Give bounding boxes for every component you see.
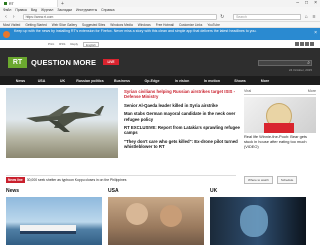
bookmark-item[interactable]: YouTube [207, 23, 220, 27]
headline-list: Syrian civilians helping Russian airstri… [124, 89, 242, 153]
watch-buttons: Where to watch Schedule [244, 176, 298, 184]
tab-favicon-icon [4, 2, 7, 5]
window-controls: – □ × [296, 0, 317, 7]
menu-item-history[interactable]: Журнал [41, 8, 53, 12]
menu-item-tools[interactable]: Инструменты [76, 8, 97, 12]
facebook-icon[interactable] [295, 42, 299, 46]
title-bar: RT + – □ × [0, 0, 320, 7]
social-icons [295, 42, 314, 46]
browser-tab[interactable]: RT [0, 0, 58, 7]
minimize-icon[interactable]: – [296, 0, 299, 7]
new-tab-plus-icon[interactable]: + [61, 1, 64, 7]
main-nav: News USA UK Russian politics Business Op… [0, 76, 320, 85]
nav-item-news[interactable]: News [10, 79, 31, 83]
news-line-text[interactable]: 30,000 seek shelter as typhoon Koppu clo… [27, 178, 127, 182]
menu-item-help[interactable]: Справка [101, 8, 114, 12]
menu-item-edit[interactable]: Правка [15, 8, 26, 12]
back-icon[interactable]: ‹ [3, 14, 9, 20]
person-illustration [160, 205, 182, 227]
forward-icon[interactable]: › [11, 14, 17, 20]
reload-icon[interactable]: ↻ [219, 14, 225, 20]
jet-photo [26, 106, 104, 132]
nav-item-op-edge[interactable]: Op-Edge [137, 79, 167, 83]
nav-item-usa[interactable]: USA [31, 79, 52, 83]
googleplus-icon[interactable] [310, 42, 314, 46]
menu-item-bookmarks[interactable]: Закладки [57, 8, 72, 12]
bookmark-item[interactable]: Web Slice Gallery [52, 23, 77, 27]
site-tagline: QUESTION MORE [31, 58, 97, 67]
person-illustration [126, 203, 148, 225]
nav-item-more[interactable]: More [253, 79, 277, 83]
tab-title: RT [9, 1, 14, 6]
sidebar-more-link[interactable]: More [308, 89, 316, 93]
bookmark-item[interactable]: Suggested Sites [82, 23, 105, 27]
news-line-tag: News line [6, 176, 25, 183]
utility-link[interactable]: RSS [59, 42, 65, 46]
section-title[interactable]: News [6, 188, 102, 194]
boat-illustration [20, 225, 76, 234]
youtube-icon[interactable] [305, 42, 309, 46]
search-input[interactable]: Search [233, 14, 302, 20]
sidebar-header: Viral More [244, 89, 316, 95]
usa-section-image[interactable] [108, 197, 204, 245]
home-icon[interactable]: ⌂ [303, 14, 309, 20]
firefox-icon [3, 31, 10, 38]
headline-item[interactable]: "They don't care who gets killed": Ex-dr… [124, 139, 242, 150]
headline-item[interactable]: Syrian civilians helping Russian airstri… [124, 89, 242, 100]
close-icon[interactable]: × [314, 0, 317, 7]
search-icon[interactable]: ⌕ [307, 60, 310, 66]
bookmark-item[interactable]: Customize Links [179, 23, 202, 27]
bookmark-item[interactable]: Free Hotmail [156, 23, 174, 27]
schedule-button[interactable]: Schedule [276, 176, 298, 184]
section-title[interactable]: UK [210, 188, 306, 194]
menu-icon[interactable]: ≡ [311, 14, 317, 20]
lead-story-image[interactable] [6, 88, 118, 158]
site-utility-bar: Print RSS Reply English [0, 40, 320, 48]
menu-item-file[interactable]: Файл [3, 8, 11, 12]
nav-item-uk[interactable]: UK [52, 79, 73, 83]
bear-shirt [264, 123, 294, 133]
face-illustration [240, 205, 268, 237]
nav-item-shows[interactable]: Shows [227, 79, 253, 83]
live-button[interactable]: LIVE [103, 59, 119, 65]
viral-sidebar: Viral More Real life Winnie-the-Pooh: Be… [244, 89, 316, 149]
bookmark-item[interactable]: Windows Media [110, 23, 133, 27]
uk-section-image[interactable] [210, 197, 306, 245]
bookmark-item[interactable]: Windows [138, 23, 151, 27]
close-notification-icon[interactable]: × [314, 31, 317, 36]
url-bar[interactable]: https://www.rt.com [22, 14, 218, 20]
nav-item-business[interactable]: Business [107, 79, 137, 83]
headline-item[interactable]: Man stabs German mayoral candidate in th… [124, 111, 242, 122]
headline-item[interactable]: Senior Al-Qaeda leader killed in Syria a… [124, 103, 242, 108]
section-usa: USA [108, 188, 204, 245]
headline-item[interactable]: RT EXCLUSIVE: Report from Latakia's spra… [124, 125, 242, 136]
site-search-input[interactable]: ⌕ [258, 60, 312, 66]
twitter-icon[interactable] [300, 42, 304, 46]
section-row: News USA UK [0, 188, 320, 245]
sidebar-section-title[interactable]: Viral [244, 89, 251, 93]
bookmark-item[interactable]: Most Visited [3, 23, 20, 27]
bookmark-item[interactable]: Getting Started [25, 23, 46, 27]
where-to-watch-button[interactable]: Where to watch [244, 176, 273, 184]
sidebar-story-title[interactable]: Real life Winnie-the-Pooh: Bear gets stu… [244, 134, 316, 149]
news-ticker: News line 30,000 seek shelter as typhoon… [6, 175, 236, 183]
notification-text: Keep up with the news by installing RT's… [14, 29, 257, 33]
maximize-icon[interactable]: □ [305, 0, 308, 7]
menu-item-view[interactable]: Вид [31, 8, 37, 12]
utility-link[interactable]: Print [48, 42, 54, 46]
language-select[interactable]: English [83, 41, 99, 47]
section-uk: UK [210, 188, 306, 245]
news-section-image[interactable] [6, 197, 102, 245]
utility-link[interactable]: Reply [70, 42, 78, 46]
nav-item-in-vision[interactable]: In vision [167, 79, 197, 83]
nav-item-russian-politics[interactable]: Russian politics [73, 79, 107, 83]
extension-notification-bar: Keep up with the news by installing RT's… [0, 28, 320, 40]
nav-item-in-motion[interactable]: In motion [197, 79, 227, 83]
header-date: 24 October, 2015 [288, 68, 312, 72]
section-title[interactable]: USA [108, 188, 204, 194]
navigation-toolbar: ‹ › https://www.rt.com ↻ Search ⌂ ≡ [0, 13, 320, 22]
sidebar-story-image[interactable] [244, 97, 316, 133]
rt-logo[interactable]: RT [8, 57, 27, 68]
section-news: News [6, 188, 102, 245]
